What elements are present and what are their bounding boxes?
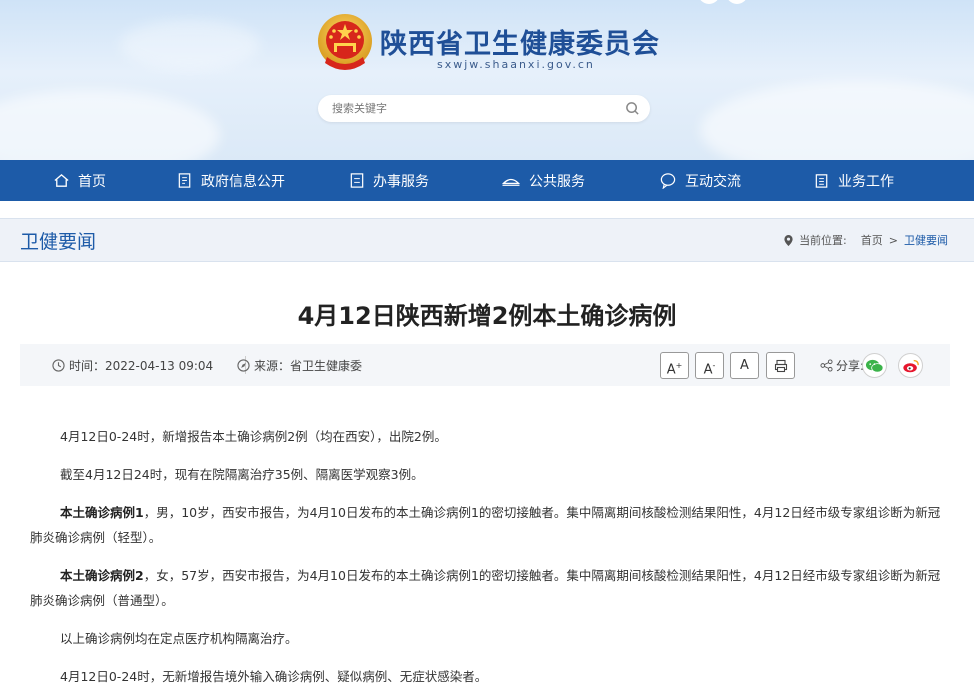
chat-icon	[660, 173, 676, 189]
article-paragraph: 本土确诊病例2，女，57岁，西安市报告，为4月10日发布的本土确诊病例1的密切接…	[30, 568, 941, 608]
nav-item-public-services[interactable]: 公共服务	[501, 160, 585, 201]
home-icon	[54, 173, 69, 187]
font-increase-button[interactable]: A+	[660, 352, 689, 379]
nav-item-interaction[interactable]: 互动交流	[659, 160, 741, 201]
nav-item-label: 互动交流	[685, 173, 741, 190]
main-nav: 首页 政府信息公开 办事服务 公共服务 互动交流 业务工作	[0, 160, 974, 201]
case-heading: 本土确诊病例1	[60, 505, 144, 520]
print-icon	[774, 359, 787, 373]
document-icon	[178, 173, 191, 188]
section-header: 卫健要闻 当前位置: 首页 > 卫健要闻	[0, 218, 974, 262]
article-meta-bar: 时间： 2022-04-13 09:04 来源： 省卫生健康委 A+ A- A …	[20, 344, 950, 386]
article-title: 4月12日陕西新增2例本土确诊病例	[297, 302, 677, 330]
article-source: 来源： 省卫生健康委	[237, 357, 362, 374]
nav-item-label: 政府信息公开	[201, 173, 285, 190]
nav-item-services[interactable]: 办事服务	[349, 160, 429, 201]
clock-icon	[52, 359, 65, 372]
section-title: 卫健要闻	[20, 231, 97, 253]
site-domain: sxwjw.shaanxi.gov.cn	[437, 58, 595, 71]
time-label: 时间：	[69, 359, 106, 373]
form-icon	[350, 173, 364, 188]
national-emblem-icon	[318, 14, 372, 70]
article-paragraph: 以上确诊病例均在定点医疗机构隔离治疗。	[60, 631, 298, 646]
nav-item-label: 公共服务	[529, 173, 585, 190]
breadcrumb-separator: >	[888, 233, 898, 247]
nav-item-business[interactable]: 业务工作	[814, 160, 894, 201]
breadcrumb-home-link[interactable]: 首页	[861, 232, 883, 248]
article-paragraph: 4月12日0-24时，无新增报告境外输入确诊病例、疑似病例、无症状感染者。	[60, 669, 488, 684]
search-input[interactable]	[332, 95, 612, 122]
breadcrumb-label: 当前位置:	[799, 234, 847, 247]
top-link-icon[interactable]	[698, 0, 720, 4]
nav-item-home[interactable]: 首页	[53, 160, 106, 201]
share-section: 分享:	[820, 357, 864, 374]
location-pin-icon	[784, 234, 793, 246]
breadcrumb-current-link[interactable]: 卫健要闻	[904, 232, 948, 248]
nav-item-label: 办事服务	[373, 173, 429, 190]
time-value: 2022-04-13 09:04	[105, 358, 214, 373]
search-icon[interactable]	[625, 101, 640, 116]
share-weibo-button[interactable]	[898, 353, 923, 378]
case-heading: 本土确诊病例2	[60, 568, 144, 583]
article-paragraph: 本土确诊病例1，男，10岁，西安市报告，为4月10日发布的本土确诊病例1的密切接…	[30, 505, 941, 545]
source-label: 来源：	[254, 359, 291, 373]
font-reset-button[interactable]: A	[730, 352, 759, 379]
top-link-icon[interactable]	[726, 0, 748, 4]
article-paragraph: 4月12日0-24时，新增报告本土确诊病例2例（均在西安），出院2例。	[60, 429, 447, 444]
print-button[interactable]	[766, 352, 795, 379]
nav-item-label: 首页	[78, 173, 106, 190]
article-content: 4月12日0-24时，新增报告本土确诊病例2例（均在西安），出院2例。 截至4月…	[30, 424, 946, 692]
work-icon	[815, 174, 828, 188]
nav-item-government-info[interactable]: 政府信息公开	[177, 160, 285, 201]
search-box	[318, 95, 650, 122]
share-icon	[820, 359, 833, 372]
article-paragraph: 截至4月12日24时，现有在院隔离治疗35例、隔离医学观察3例。	[60, 467, 424, 482]
breadcrumb: 当前位置: 首页 > 卫健要闻	[783, 232, 948, 248]
site-title: 陕西省卫生健康委员会	[380, 29, 660, 60]
source-value: 省卫生健康委	[290, 359, 363, 373]
compass-icon	[237, 359, 250, 372]
share-label: 分享:	[836, 359, 865, 373]
font-decrease-button[interactable]: A-	[695, 352, 724, 379]
site-header: 陕西省卫生健康委员会 sxwjw.shaanxi.gov.cn	[0, 0, 974, 160]
weibo-icon	[902, 359, 919, 372]
service-icon	[501, 178, 521, 186]
wechat-icon	[865, 359, 884, 373]
nav-item-label: 业务工作	[838, 173, 894, 190]
publish-time: 时间： 2022-04-13 09:04	[52, 357, 213, 374]
share-wechat-button[interactable]	[862, 353, 887, 378]
